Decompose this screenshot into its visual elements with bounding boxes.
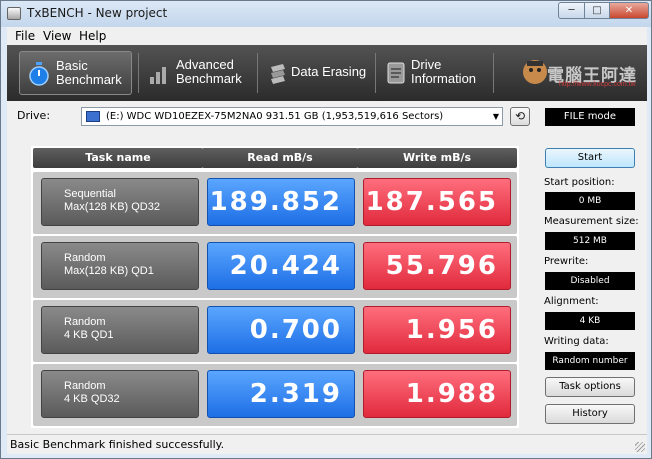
task-name-cell: Random 4 KB QD32: [41, 370, 199, 418]
task-name-line2: 4 KB QD32: [64, 393, 120, 405]
main-area: Drive: (E:) WDC WD10EZEX-75M2NA0 931.51 …: [7, 101, 647, 434]
chevron-down-icon: ▼: [492, 112, 499, 121]
task-name-line2: Max(128 KB) QD32: [64, 201, 160, 213]
task-name-line1: Random: [64, 380, 106, 392]
task-name-cell: Random 4 KB QD1: [41, 306, 199, 354]
bar-chart-icon: [150, 67, 166, 84]
header-write: Write mB/s: [357, 148, 517, 168]
task-name-line1: Random: [64, 316, 106, 328]
tab-basic-benchmark[interactable]: Basic Benchmark: [19, 51, 132, 95]
result-row: Random 4 KB QD1 0.700 1.956: [33, 300, 517, 362]
tab-drive-line2: Information: [411, 71, 477, 86]
drive-info-icon: [387, 62, 405, 84]
start-position-label: Start position:: [544, 177, 615, 188]
menu-file[interactable]: File: [15, 29, 35, 43]
writing-data-label: Writing data:: [544, 336, 609, 347]
drive-label: Drive:: [17, 109, 51, 122]
tab-drive-information[interactable]: Drive Information: [377, 51, 491, 95]
alignment-label: Alignment:: [544, 296, 599, 307]
task-name-cell: Sequential Max(128 KB) QD32: [41, 178, 199, 226]
read-value: 189.852: [207, 178, 355, 226]
alignment-value: 4 KB: [545, 312, 635, 330]
title-bar: TxBENCH - New project ─ □ ✕: [1, 1, 651, 27]
tab-advanced-line2: Benchmark: [176, 71, 242, 86]
writing-data-value: Random number: [545, 352, 635, 370]
menu-bar: File View Help: [7, 27, 647, 45]
menu-help[interactable]: Help: [79, 29, 106, 43]
tab-advanced-line1: Advanced: [176, 57, 234, 72]
task-options-button[interactable]: Task options: [545, 377, 635, 397]
header-task-name: Task name: [33, 148, 203, 168]
write-value: 1.988: [363, 370, 511, 418]
file-mode-badge: FILE mode: [545, 108, 635, 126]
prewrite-label: Prewrite:: [544, 256, 589, 267]
minimize-button[interactable]: ─: [558, 2, 585, 19]
drive-dropdown[interactable]: (E:) WDC WD10EZEX-75M2NA0 931.51 GB (1,9…: [81, 107, 503, 126]
toolbar-divider: [138, 53, 139, 93]
measurement-size-value: 512 MB: [545, 232, 635, 250]
maximize-button[interactable]: □: [584, 2, 610, 19]
task-name-line2: 4 KB QD1: [64, 329, 114, 341]
tab-erasing-line1: Data Erasing: [291, 64, 367, 79]
toolbar-divider: [257, 53, 258, 93]
write-value: 1.956: [363, 306, 511, 354]
read-value: 0.700: [207, 306, 355, 354]
results-panel: Task name Read mB/s Write mB/s Sequentia…: [31, 146, 519, 428]
result-row: Random 4 KB QD32 2.319 1.988: [33, 364, 517, 426]
result-row: Sequential Max(128 KB) QD32 189.852 187.…: [33, 172, 517, 234]
start-position-value: 0 MB: [545, 192, 635, 210]
close-button[interactable]: ✕: [609, 2, 649, 19]
start-button[interactable]: Start: [545, 148, 635, 168]
stopwatch-icon: [29, 62, 49, 86]
prewrite-value: Disabled: [545, 272, 635, 290]
tab-advanced-benchmark[interactable]: Advanced Benchmark: [140, 51, 255, 95]
menu-view[interactable]: View: [43, 29, 71, 43]
write-value: 187.565: [363, 178, 511, 226]
status-bar: Basic Benchmark finished successfully.: [7, 434, 647, 454]
task-name-cell: Random Max(128 KB) QD1: [41, 242, 199, 290]
result-row: Random Max(128 KB) QD1 20.424 55.796: [33, 236, 517, 298]
toolbar-divider: [493, 53, 494, 93]
read-value: 2.319: [207, 370, 355, 418]
tab-basic-line2: Benchmark: [56, 72, 122, 87]
drive-selected-value: (E:) WDC WD10EZEX-75M2NA0 931.51 GB (1,9…: [106, 111, 444, 122]
refresh-button[interactable]: ⟲: [510, 107, 530, 126]
app-window: TxBENCH - New project ─ □ ✕ File View He…: [0, 0, 652, 459]
history-button[interactable]: History: [545, 404, 635, 424]
tab-data-erasing[interactable]: Data Erasing: [259, 51, 373, 95]
task-name-line1: Random: [64, 252, 106, 264]
status-text: Basic Benchmark finished successfully.: [10, 438, 225, 451]
main-toolbar: Basic Benchmark Advanced Benchmark Data …: [7, 45, 647, 101]
window-title: TxBENCH - New project: [27, 6, 168, 20]
measurement-size-label: Measurement size:: [544, 216, 639, 227]
brand-logo-url: http://www.kocpc.com.tw: [559, 81, 636, 88]
task-name-line1: Sequential: [64, 188, 116, 200]
header-read: Read mB/s: [202, 148, 358, 168]
eraser-icon: [271, 64, 285, 84]
disk-icon: [86, 111, 100, 122]
app-icon: [7, 7, 21, 20]
toolbar-divider: [375, 53, 376, 93]
write-value: 55.796: [363, 242, 511, 290]
tab-drive-line1: Drive: [411, 57, 442, 72]
resize-grip-icon[interactable]: [635, 442, 645, 452]
tab-basic-line1: Basic: [56, 58, 88, 73]
task-name-line2: Max(128 KB) QD1: [64, 265, 154, 277]
read-value: 20.424: [207, 242, 355, 290]
